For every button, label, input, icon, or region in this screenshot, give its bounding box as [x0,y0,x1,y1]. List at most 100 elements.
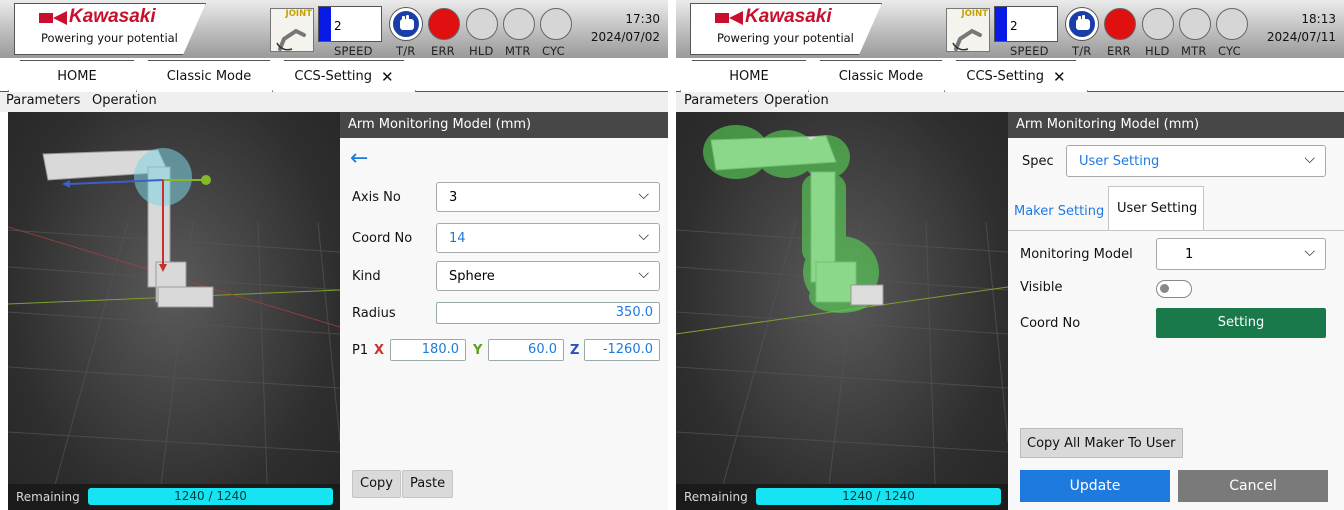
update-button[interactable]: Update [1020,470,1170,502]
p1-y-input[interactable]: 60.0 [488,339,564,361]
robot-scene [676,125,1008,510]
motor-lamp[interactable] [1179,8,1211,40]
joint-mode-label: JOINT [285,9,312,19]
remaining-bar: Remaining 1240 / 1240 [8,484,340,510]
mtr-label: MTR [1181,44,1207,58]
spec-label: Spec [1022,154,1054,169]
axis-no-select[interactable]: 3 ⌵ [436,182,660,212]
kawasaki-logo: Kawasaki Powering your potential [14,3,206,55]
copy-button[interactable]: Copy [352,470,401,498]
joint-mode-button[interactable]: JOINT [946,8,990,52]
monitoring-model-select[interactable]: 1 ⌵ [1156,238,1326,270]
err-label: ERR [1107,44,1131,58]
cycle-lamp[interactable] [540,8,572,40]
p1-z-input[interactable]: -1260.0 [584,339,660,361]
monitoring-model-label: Monitoring Model [1020,247,1133,262]
clock-time: 18:13 [1301,12,1336,26]
tab-ccs-setting[interactable]: CCS-Setting ✕ [944,60,1088,92]
visible-label: Visible [1020,280,1063,295]
panel-title: Arm Monitoring Model (mm) [1008,112,1344,138]
logo-bar-icon [715,13,729,23]
motor-lamp[interactable] [503,8,535,40]
kind-value: Sphere [449,269,495,284]
coord-setting-button[interactable]: Setting [1156,308,1326,338]
hold-lamp[interactable] [466,8,498,40]
hold-lamp[interactable] [1142,8,1174,40]
brand-tagline: Powering your potential [41,31,178,45]
tab-bar: HOME Classic Mode CCS-Setting ✕ [0,58,668,92]
remaining-value: 1240 / 1240 [174,489,247,503]
remaining-label: Remaining [684,490,748,504]
coord-no-value: 14 [449,231,466,246]
teach-pendant-hand-icon [400,15,414,30]
menu-parameters[interactable]: Parameters [684,93,758,108]
err-label: ERR [431,44,455,58]
cancel-button[interactable]: Cancel [1178,470,1328,502]
speed-label: SPEED [334,44,373,58]
remaining-value: 1240 / 1240 [842,489,915,503]
brand-tagline: Powering your potential [717,31,854,45]
tab-ccs-setting[interactable]: CCS-Setting ✕ [272,60,416,92]
tab-classic-mode[interactable]: Classic Mode [808,60,954,92]
tab-user-setting[interactable]: User Setting [1108,186,1204,230]
monitoring-model-value: 1 [1185,247,1194,262]
teach-repeat-lamp[interactable] [1066,8,1098,40]
tr-label: T/R [396,44,416,58]
chevron-down-icon: ⌵ [638,266,649,282]
screen-left: Kawasaki Powering your potential JOINT 2… [0,0,668,510]
speed-indicator[interactable]: 2 [994,6,1058,42]
paste-button[interactable]: Paste [402,470,454,498]
speed-value: 2 [1010,19,1018,33]
remaining-bar: Remaining 1240 / 1240 [676,484,1008,510]
robot-scene [8,148,340,510]
copy-all-maker-to-user-button[interactable]: Copy All Maker To User [1020,428,1183,458]
tab-bar: HOME Classic Mode CCS-Setting ✕ [676,58,1344,92]
error-lamp[interactable] [1104,8,1136,40]
back-arrow-icon[interactable]: ← [350,146,368,171]
axis-no-value: 3 [449,190,458,205]
menu-parameters[interactable]: Parameters [6,93,80,108]
tab-home[interactable]: HOME [680,60,818,92]
radius-label: Radius [352,306,396,321]
robot-3d-viewport[interactable]: Remaining 1240 / 1240 [8,112,340,510]
speed-label: SPEED [1010,44,1049,58]
speed-indicator[interactable]: 2 [318,6,382,42]
close-icon[interactable]: ✕ [381,68,394,86]
menu-operation[interactable]: Operation [92,93,157,108]
arm-model-panel: Arm Monitoring Model (mm) ← Axis No 3 ⌵ … [340,112,668,510]
joint-mode-button[interactable]: JOINT [270,8,314,52]
visible-toggle[interactable] [1156,280,1192,298]
tab-ccs-label: CCS-Setting [294,69,373,84]
tab-maker-setting[interactable]: Maker Setting [1014,190,1104,234]
tab-home-label: HOME [57,69,97,84]
menu-operation[interactable]: Operation [764,93,829,108]
x-axis-label: X [374,343,385,358]
tab-home[interactable]: HOME [8,60,146,92]
hld-label: HLD [1145,44,1170,58]
tr-label: T/R [1072,44,1092,58]
tab-ccs-label: CCS-Setting [966,69,1045,84]
robot-arm-icon [952,28,982,51]
cycle-lamp[interactable] [1216,8,1248,40]
teach-repeat-lamp[interactable] [390,8,422,40]
logo-bar-icon [39,13,53,23]
close-icon[interactable]: ✕ [1053,68,1066,86]
p1-x-input[interactable]: 180.0 [390,339,466,361]
remaining-progress: 1240 / 1240 [756,488,1001,505]
remaining-progress: 1240 / 1240 [88,488,333,505]
speed-level-bar [319,7,331,41]
kind-select[interactable]: Sphere ⌵ [436,261,660,291]
coord-no-select[interactable]: 14 ⌵ [436,223,660,253]
menu-bar: Parameters Operation [0,92,668,112]
error-lamp[interactable] [428,8,460,40]
robot-3d-viewport[interactable]: Remaining 1240 / 1240 [676,112,1008,510]
radius-input[interactable]: 350.0 [436,302,660,324]
logo-k-icon [53,11,67,25]
clock-date: 2024/07/11 [1266,30,1336,44]
hld-label: HLD [469,44,494,58]
chevron-down-icon: ⌵ [638,228,649,244]
tab-classic-mode[interactable]: Classic Mode [136,60,282,92]
spec-select[interactable]: User Setting ⌵ [1066,145,1326,177]
logo-k-icon [729,11,743,25]
tab-home-label: HOME [729,69,769,84]
